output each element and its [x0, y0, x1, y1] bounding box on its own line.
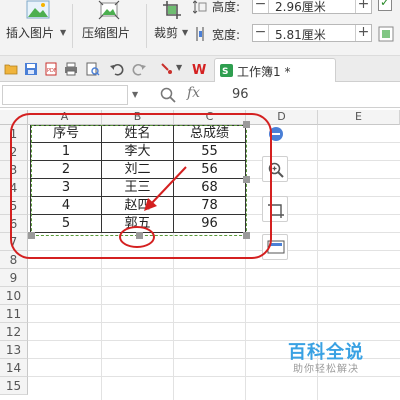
quick-access-bar: PDF ▼ W [0, 56, 400, 82]
save-icon[interactable] [24, 62, 38, 76]
width-field[interactable]: − 5.81厘米 + [252, 24, 372, 42]
ribbon-divider [72, 4, 73, 48]
format-painter-icon[interactable] [160, 62, 174, 76]
tab-title: 工作簿1 * [237, 65, 291, 79]
width-label: 宽度: [212, 28, 241, 42]
gridline [28, 322, 400, 323]
checkmark-icon: ✓ [380, 0, 391, 9]
increase-width-button[interactable]: + [355, 25, 371, 41]
chevron-down-icon: ▼ [182, 28, 189, 37]
row-header[interactable]: 9 [0, 269, 28, 287]
decrease-width-button[interactable]: − [253, 25, 269, 41]
chevron-down-icon[interactable]: ▼ [176, 63, 182, 72]
height-value: 2.96厘米 [275, 0, 326, 14]
height-label: 高度: [212, 0, 241, 14]
formula-input[interactable]: 96 [232, 87, 249, 102]
height-icon [193, 0, 207, 14]
ribbon-toolbar: 插入图片 ▼ 压缩图片 裁剪 ▼ 高度: − 2.96厘米 + 宽度: − 5.… [0, 0, 400, 56]
undo-icon[interactable] [110, 62, 124, 76]
picture-icon [26, 0, 50, 19]
formula-bar: ▼ fx 96 [0, 82, 400, 108]
align-vertical-icon [196, 27, 204, 41]
svg-text:PDF: PDF [47, 68, 57, 74]
spreadsheet-icon: S [220, 64, 233, 77]
spreadsheet-grid[interactable]: A B C D E 1 2 3 4 5 6 7 8 9 10 11 12 13 … [0, 110, 400, 400]
print-icon[interactable] [64, 62, 78, 76]
width-value: 5.81厘米 [275, 28, 326, 42]
row-header[interactable]: 14 [0, 359, 28, 377]
crop-button[interactable]: 裁剪 ▼ [150, 0, 190, 48]
tab-workbook[interactable]: S 工作簿1 * [214, 58, 336, 82]
compress-picture-icon [98, 0, 120, 20]
redo-icon[interactable] [132, 62, 146, 76]
row-header[interactable]: 11 [0, 305, 28, 323]
gridline [28, 304, 400, 305]
zoom-icon[interactable] [160, 87, 176, 103]
annotation-red-circle [119, 226, 155, 248]
chevron-down-icon: ▼ [60, 28, 67, 37]
increase-height-button[interactable]: + [355, 0, 371, 13]
row-header[interactable]: 13 [0, 341, 28, 359]
open-folder-icon[interactable] [4, 62, 18, 76]
compress-picture-button[interactable]: 压缩图片 [80, 0, 138, 48]
export-pdf-icon[interactable]: PDF [44, 62, 58, 76]
name-box[interactable] [2, 85, 128, 105]
compress-picture-label: 压缩图片 [82, 26, 131, 40]
crop-icon [163, 1, 181, 19]
lock-aspect-checkbox[interactable]: ✓ [378, 0, 392, 11]
row-header[interactable]: 15 [0, 377, 28, 395]
reset-size-icon[interactable] [378, 26, 394, 42]
annotation-arrow-icon [144, 166, 187, 211]
gridline [28, 376, 400, 377]
gridline [28, 268, 400, 269]
row-header[interactable]: 12 [0, 323, 28, 341]
wps-logo-icon: W [192, 63, 206, 77]
insert-picture-button[interactable]: 插入图片 ▼ [4, 0, 68, 48]
row-header[interactable]: 10 [0, 287, 28, 305]
svg-text:S: S [222, 67, 228, 77]
fx-label[interactable]: fx [187, 85, 200, 101]
svg-text:W: W [192, 63, 206, 77]
print-preview-icon[interactable] [86, 62, 100, 76]
column-header-e[interactable]: E [318, 110, 400, 125]
watermark-subtitle: 助你轻松解决 [293, 364, 359, 375]
height-field[interactable]: − 2.96厘米 + [252, 0, 372, 14]
decrease-height-button[interactable]: − [253, 0, 269, 13]
crop-label: 裁剪 [154, 26, 179, 40]
chevron-down-icon[interactable]: ▼ [132, 90, 138, 99]
gridline [28, 286, 400, 287]
insert-picture-label: 插入图片 [6, 26, 55, 40]
ribbon-divider [146, 4, 147, 48]
